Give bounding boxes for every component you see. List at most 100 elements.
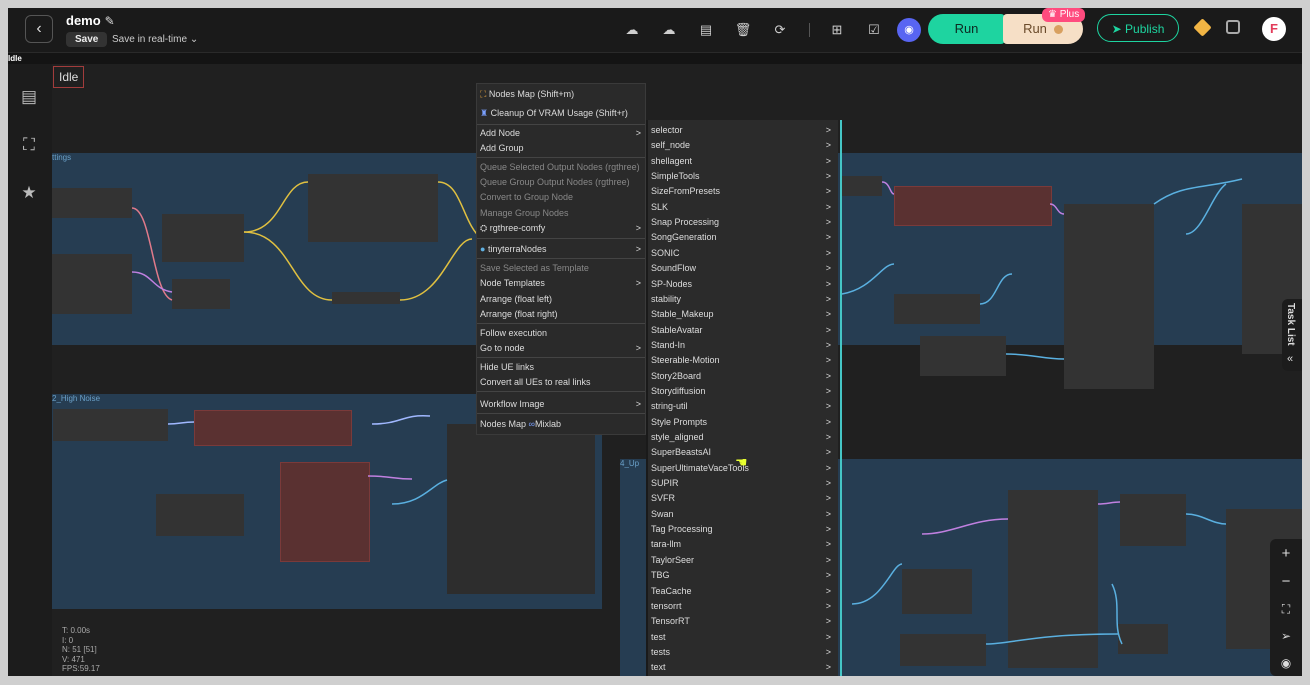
submenu-item[interactable]: SLK > <box>651 200 833 215</box>
menu-item-convert-ues[interactable]: Convert all UEs to real links <box>480 375 591 389</box>
workflow-title[interactable]: demo ✎ <box>66 13 115 28</box>
menu-item-nodes-map-mixlab[interactable]: Nodes Map ∞Mixlab <box>480 417 561 431</box>
star-icon[interactable]: ★ <box>18 182 40 204</box>
submenu-item-label: stability <box>651 293 682 304</box>
link <box>367 475 413 480</box>
submenu-item[interactable]: tests > <box>651 645 833 660</box>
context-menu: ⛶ Nodes Map (Shift+m) ♜ Cleanup Of VRAM … <box>476 83 646 435</box>
submenu-arrow-icon: > <box>825 140 831 151</box>
submenu-item[interactable]: SoundFlow > <box>651 261 833 276</box>
submenu-item-label: StableAvatar <box>651 324 703 335</box>
submenu-item[interactable]: TaylorSeer > <box>651 553 833 568</box>
submenu-item[interactable]: Storydiffusion > <box>651 384 833 399</box>
broom-icon: ♜ <box>480 108 489 118</box>
globe-icon: ● <box>480 244 486 254</box>
menu-item-label: tinyterraNodes <box>487 244 547 254</box>
submenu-item[interactable]: Story2Board > <box>651 369 833 384</box>
checklist-icon[interactable]: ☑ <box>865 21 883 39</box>
menu-item-nodes-map-shortcut[interactable]: ⛶ Nodes Map (Shift+m) <box>480 87 574 101</box>
publish-button[interactable]: ➤ Publish <box>1097 14 1179 42</box>
submenu-item[interactable]: SUPIR > <box>651 476 833 491</box>
submenu-item[interactable]: style_aligned > <box>651 430 833 445</box>
copy-icon[interactable] <box>1226 20 1240 34</box>
menu-item-convert-group-node: Convert to Group Node <box>480 192 574 202</box>
task-list-label: Task List <box>1285 303 1296 346</box>
cloud-download-icon[interactable]: ☁ <box>660 21 678 39</box>
plus-icon[interactable]: + <box>1276 544 1296 564</box>
menu-item-arrange-right[interactable]: Arrange (float right) <box>480 307 558 321</box>
grid-icon[interactable]: ⊞ <box>828 21 846 39</box>
avatar[interactable]: F <box>1262 17 1286 41</box>
menu-item-tinyterra[interactable]: ● tinyterraNodes > <box>480 242 644 256</box>
cloud-upload-icon[interactable]: ☁ <box>623 21 641 39</box>
gem-icon[interactable] <box>1193 18 1212 37</box>
menu-item-add-group[interactable]: Add Group <box>480 141 524 155</box>
discord-icon[interactable]: ◉ <box>897 18 921 42</box>
menu-item-rgthree[interactable]: ⛭ rgthree-comfy > <box>480 221 644 235</box>
save-mode-dropdown[interactable]: Save in real-time ⌄ <box>112 34 198 45</box>
back-button[interactable]: ‹ <box>25 15 53 43</box>
locate-icon[interactable]: ➢ <box>1276 626 1296 646</box>
submenu-item[interactable]: shellagent > <box>651 154 833 169</box>
refresh-icon[interactable]: ⟳ <box>771 21 789 39</box>
menu-item-hide-ue-links[interactable]: Hide UE links <box>480 360 534 374</box>
submenu-item[interactable]: TeaCache > <box>651 584 833 599</box>
link <box>921 518 1009 535</box>
document-icon[interactable]: ▤ <box>18 86 40 108</box>
submenu-item[interactable]: selector > <box>651 123 833 138</box>
submenu-item-label: TBG <box>651 570 670 581</box>
menu-item-label: rgthree-comfy <box>489 223 546 233</box>
submenu-item[interactable]: SimpleTools > <box>651 169 833 184</box>
menu-item-workflow-image[interactable]: Workflow Image > <box>480 397 644 411</box>
submenu-arrow-icon: > <box>825 462 831 473</box>
link <box>131 271 173 293</box>
link <box>371 414 431 425</box>
submenu-item[interactable]: Stand-In > <box>651 338 833 353</box>
menu-divider <box>477 238 645 239</box>
submenu-item[interactable]: SongGeneration > <box>651 230 833 245</box>
submenu-item[interactable]: Tag Processing > <box>651 522 833 537</box>
clipboard-icon[interactable]: ▤ <box>697 21 715 39</box>
submenu-item[interactable]: SVFR > <box>651 491 833 506</box>
save-button[interactable]: Save <box>66 32 108 47</box>
trash-icon[interactable]: 🗑 <box>734 21 752 39</box>
pencil-icon[interactable]: ✎ <box>105 14 115 28</box>
menu-item-go-to-node[interactable]: Go to node > <box>480 341 644 355</box>
link <box>243 231 333 301</box>
eye-icon[interactable]: ◉ <box>1276 653 1296 673</box>
submenu-item[interactable]: SizeFromPresets > <box>651 184 833 199</box>
submenu-arrow-icon: > <box>825 447 831 458</box>
submenu-item[interactable]: text > <box>651 660 833 675</box>
submenu-item[interactable]: tara-llm > <box>651 537 833 552</box>
submenu-item[interactable]: self_node > <box>651 138 833 153</box>
submenu-scrollbar[interactable] <box>840 120 842 676</box>
link <box>391 479 448 505</box>
submenu-item[interactable]: TensorRT > <box>651 614 833 629</box>
submenu-item[interactable]: test > <box>651 630 833 645</box>
menu-item-add-node[interactable]: Add Node > <box>480 126 644 140</box>
submenu-arrow-icon: > <box>635 223 641 233</box>
sitemap-icon[interactable]: ⛶ <box>18 134 40 156</box>
submenu-item[interactable]: Snap Processing > <box>651 215 833 230</box>
submenu-item[interactable]: StableAvatar > <box>651 323 833 338</box>
submenu-item[interactable]: SONIC > <box>651 246 833 261</box>
menu-item-arrange-left[interactable]: Arrange (float left) <box>480 292 552 306</box>
minus-icon[interactable]: − <box>1276 572 1296 592</box>
submenu-item[interactable]: stability > <box>651 292 833 307</box>
submenu-item-label: Style Prompts <box>651 416 708 427</box>
submenu-item[interactable]: Style Prompts > <box>651 415 833 430</box>
submenu-item[interactable]: Swan > <box>651 507 833 522</box>
submenu-item[interactable]: TBG > <box>651 568 833 583</box>
fit-screen-icon[interactable]: ⛶ <box>1276 599 1296 619</box>
menu-item-cleanup-vram[interactable]: ♜ Cleanup Of VRAM Usage (Shift+r) <box>480 106 628 120</box>
submenu-item[interactable]: tensorrt > <box>651 599 833 614</box>
submenu-item[interactable]: Steerable-Motion > <box>651 353 833 368</box>
menu-item-node-templates[interactable]: Node Templates > <box>480 276 644 290</box>
menu-item-follow-execution[interactable]: Follow execution <box>480 326 547 340</box>
submenu-item[interactable]: SP-Nodes > <box>651 277 833 292</box>
task-list-tab[interactable]: Task List « <box>1282 299 1302 371</box>
submenu-arrow-icon: > <box>825 662 831 673</box>
submenu-item[interactable]: Stable_Makeup > <box>651 307 833 322</box>
run-button[interactable]: Run <box>928 14 1005 44</box>
submenu-item[interactable]: string-util > <box>651 399 833 414</box>
